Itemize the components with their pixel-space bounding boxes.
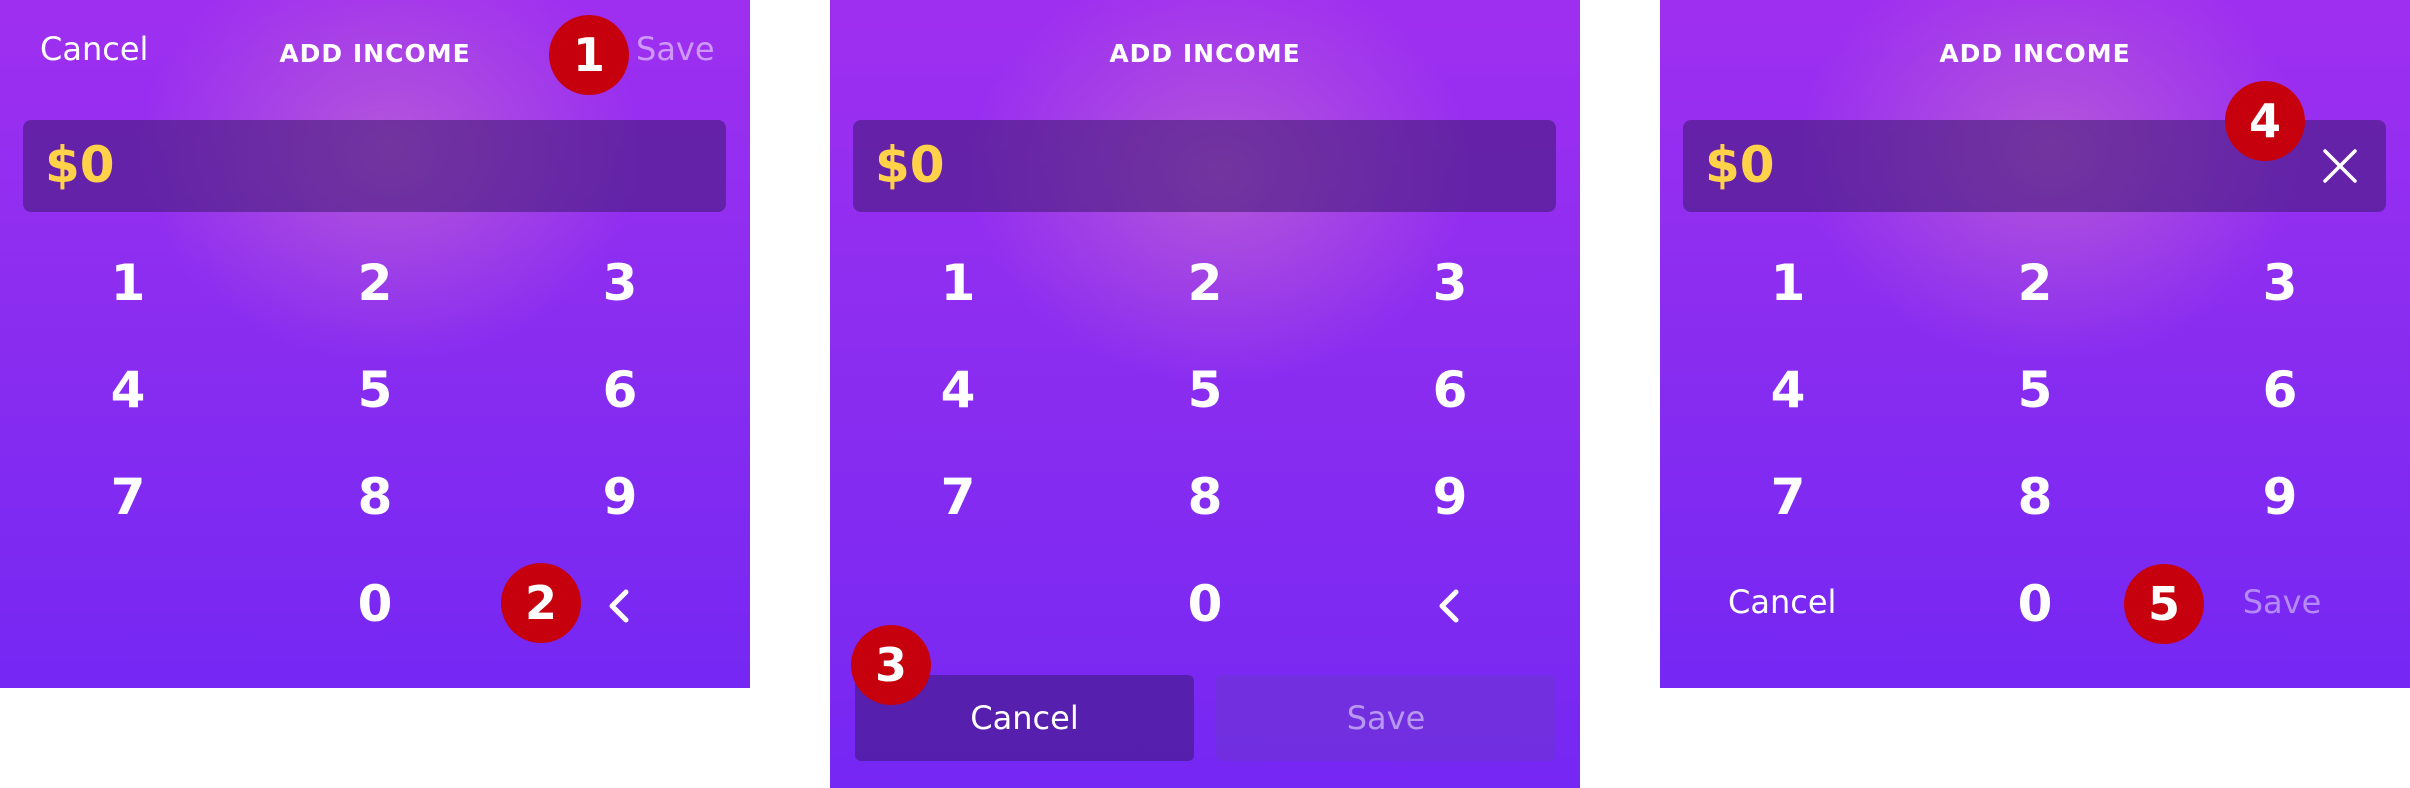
page-title: ADD INCOME	[1109, 39, 1301, 68]
amount-display[interactable]: $0	[853, 120, 1556, 212]
chevron-left-icon[interactable]	[1428, 584, 1472, 628]
keypad-screen-header-actions: Cancel ADD INCOME Save $0 1 2 3 4 5 6 7 …	[0, 0, 750, 688]
keypad-screen-bottom-buttons: ADD INCOME $0 1 2 3 4 5 6 7 8 9 0 Cancel…	[830, 0, 1580, 788]
key-6[interactable]: 6	[560, 360, 680, 420]
key-9[interactable]: 9	[1390, 467, 1510, 527]
key-6[interactable]: 6	[1390, 360, 1510, 420]
key-0[interactable]: 0	[1145, 574, 1265, 634]
key-8[interactable]: 8	[315, 467, 435, 527]
callout-badge-4: 4	[2225, 81, 2305, 161]
cancel-button[interactable]: Cancel	[1728, 583, 1958, 621]
key-6[interactable]: 6	[2220, 360, 2340, 420]
key-2[interactable]: 2	[1145, 253, 1265, 313]
key-7[interactable]: 7	[68, 467, 188, 527]
save-button[interactable]: Save	[1216, 675, 1556, 761]
key-7[interactable]: 7	[898, 467, 1018, 527]
key-1[interactable]: 1	[68, 253, 188, 313]
key-4[interactable]: 4	[68, 360, 188, 420]
amount-value: $0	[875, 136, 945, 194]
callout-badge-5: 5	[2124, 564, 2204, 644]
key-2[interactable]: 2	[315, 253, 435, 313]
key-3[interactable]: 3	[1390, 253, 1510, 313]
key-3[interactable]: 3	[560, 253, 680, 313]
key-7[interactable]: 7	[1728, 467, 1848, 527]
key-0[interactable]: 0	[1975, 574, 2095, 634]
key-2[interactable]: 2	[1975, 253, 2095, 313]
amount-value: $0	[1705, 136, 1775, 194]
amount-value: $0	[45, 136, 115, 194]
key-9[interactable]: 9	[560, 467, 680, 527]
callout-badge-2: 2	[501, 563, 581, 643]
callout-badge-3: 3	[851, 625, 931, 705]
callout-badge-1: 1	[549, 15, 629, 95]
save-button[interactable]: Save	[636, 30, 715, 68]
key-4[interactable]: 4	[898, 360, 1018, 420]
key-5[interactable]: 5	[1975, 360, 2095, 420]
close-icon[interactable]	[2320, 146, 2360, 186]
key-9[interactable]: 9	[2220, 467, 2340, 527]
key-5[interactable]: 5	[1145, 360, 1265, 420]
page-title: ADD INCOME	[1939, 39, 2131, 68]
save-button[interactable]: Save	[2222, 583, 2342, 621]
key-1[interactable]: 1	[898, 253, 1018, 313]
key-8[interactable]: 8	[1975, 467, 2095, 527]
key-0[interactable]: 0	[315, 574, 435, 634]
amount-display[interactable]: $0	[23, 120, 726, 212]
key-3[interactable]: 3	[2220, 253, 2340, 313]
key-5[interactable]: 5	[315, 360, 435, 420]
chevron-left-icon[interactable]	[598, 584, 642, 628]
key-4[interactable]: 4	[1728, 360, 1848, 420]
key-8[interactable]: 8	[1145, 467, 1265, 527]
key-1[interactable]: 1	[1728, 253, 1848, 313]
